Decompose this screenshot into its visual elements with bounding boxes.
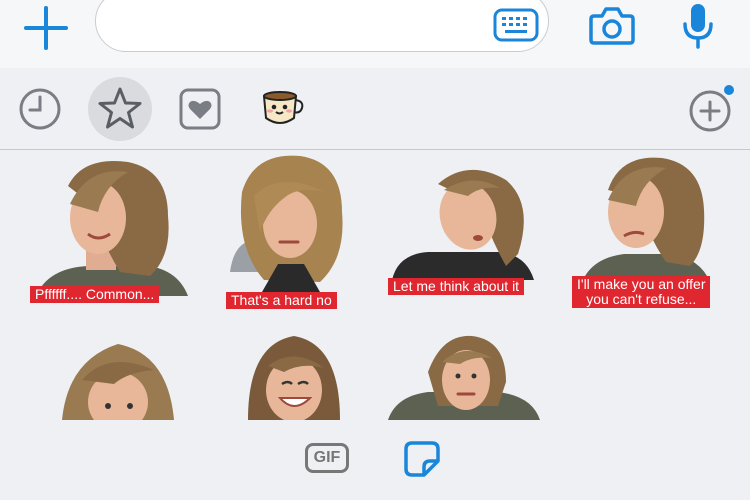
gif-tab[interactable]: GIF [305,443,349,473]
category-love[interactable] [168,77,232,141]
clock-icon [19,88,61,130]
sticker-caption-line: I'll make you an offer [577,276,706,292]
sticker-2[interactable]: That's a hard no [224,152,354,310]
notification-dot [724,85,734,95]
sticker-portrait [36,161,188,296]
plus-icon [24,6,68,50]
message-input[interactable] [95,0,549,52]
bottom-tab-bar: GIF [0,420,750,500]
sticker-portrait [62,344,174,420]
sticker-portrait [388,335,540,420]
sticker-category-bar [0,68,750,150]
camera-button[interactable] [588,4,636,48]
microphone-icon [683,4,713,49]
sticker-caption: Pffffff.... Common... [30,286,160,303]
heart-icon [179,88,221,130]
camera-icon [589,7,635,45]
stickers-tab[interactable] [403,440,441,478]
sticker-portrait [230,155,343,292]
sticker-1[interactable]: Pffffff.... Common... [28,156,193,310]
category-recent[interactable] [8,77,72,141]
sticker-icon [404,441,440,477]
sticker-4[interactable]: I'll make you an offer you can't refuse.… [570,154,720,310]
add-sticker-pack-button[interactable] [678,77,742,141]
sticker-5[interactable] [58,340,176,420]
sticker-caption: Let me think about it [388,278,525,295]
sticker-6[interactable] [244,332,344,420]
keyboard-icon [493,8,539,42]
plus-circle-icon [689,85,734,132]
category-favorites[interactable] [88,77,152,141]
add-attachment-button[interactable] [22,4,70,52]
coffee-cup-icon [262,91,304,124]
sticker-7[interactable] [388,332,540,420]
category-pack[interactable] [248,77,312,141]
voice-input-button[interactable] [680,2,716,50]
sticker-caption: That's a hard no [226,292,337,309]
keyboard-toggle-button[interactable] [493,8,539,42]
sticker-caption-line: you can't refuse... [586,291,697,307]
sticker-caption: I'll make you an offer you can't refuse.… [572,276,711,308]
star-icon [98,87,142,129]
sticker-portrait [582,157,710,282]
sticker-portrait [248,336,340,420]
compose-bar [0,0,750,68]
sticker-grid: Pffffff.... Common... That's a hard no L… [0,150,750,420]
sticker-portrait [392,169,534,280]
sticker-3[interactable]: Let me think about it [388,164,538,298]
